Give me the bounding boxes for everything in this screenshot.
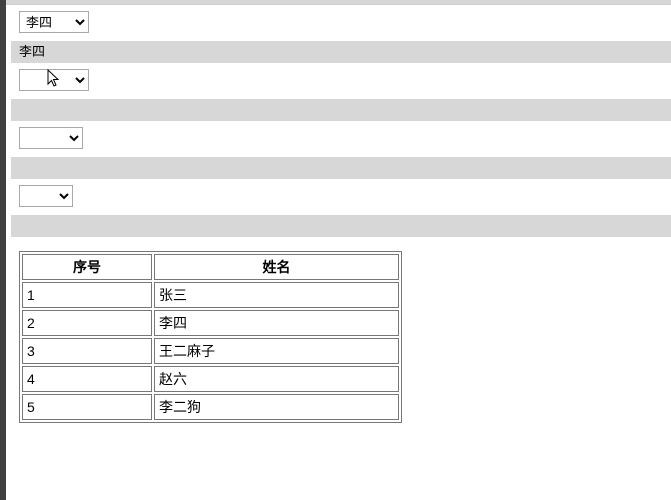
table-cell-index: 5 bbox=[22, 394, 152, 420]
data-table-wrap: 序号 姓名 1 张三 2 李四 3 王二麻子 bbox=[11, 237, 671, 423]
table-cell-name: 王二麻子 bbox=[154, 338, 399, 364]
content-area: 李四 李四 bbox=[11, 0, 671, 500]
segment-1: 李四 李四 bbox=[11, 5, 671, 63]
value-band-4 bbox=[11, 215, 671, 237]
table-cell-index: 1 bbox=[22, 282, 152, 308]
segment-2 bbox=[11, 63, 671, 121]
table-header-index: 序号 bbox=[22, 254, 152, 280]
table-row: 4 赵六 bbox=[22, 366, 399, 392]
table-cell-name: 张三 bbox=[154, 282, 399, 308]
table-row: 1 张三 bbox=[22, 282, 399, 308]
table-row: 5 李二狗 bbox=[22, 394, 399, 420]
table-header-name: 姓名 bbox=[154, 254, 399, 280]
table-cell-index: 2 bbox=[22, 310, 152, 336]
dropdown-3[interactable] bbox=[19, 127, 83, 149]
dropdown-1[interactable]: 李四 bbox=[19, 11, 89, 33]
table-cell-name: 赵六 bbox=[154, 366, 399, 392]
segment-3 bbox=[11, 121, 671, 179]
table-cell-name: 李四 bbox=[154, 310, 399, 336]
value-band-3 bbox=[11, 157, 671, 179]
data-table: 序号 姓名 1 张三 2 李四 3 王二麻子 bbox=[19, 251, 402, 423]
table-cell-index: 4 bbox=[22, 366, 152, 392]
table-row: 3 王二麻子 bbox=[22, 338, 399, 364]
value-band-1: 李四 bbox=[11, 41, 671, 63]
dropdown-4[interactable] bbox=[19, 185, 73, 207]
table-header-row: 序号 姓名 bbox=[22, 254, 399, 280]
segment-4 bbox=[11, 179, 671, 237]
dropdown-2[interactable] bbox=[19, 69, 89, 91]
table-cell-name: 李二狗 bbox=[154, 394, 399, 420]
table-cell-index: 3 bbox=[22, 338, 152, 364]
value-band-2 bbox=[11, 99, 671, 121]
viewport: 李四 李四 bbox=[0, 0, 671, 500]
table-row: 2 李四 bbox=[22, 310, 399, 336]
